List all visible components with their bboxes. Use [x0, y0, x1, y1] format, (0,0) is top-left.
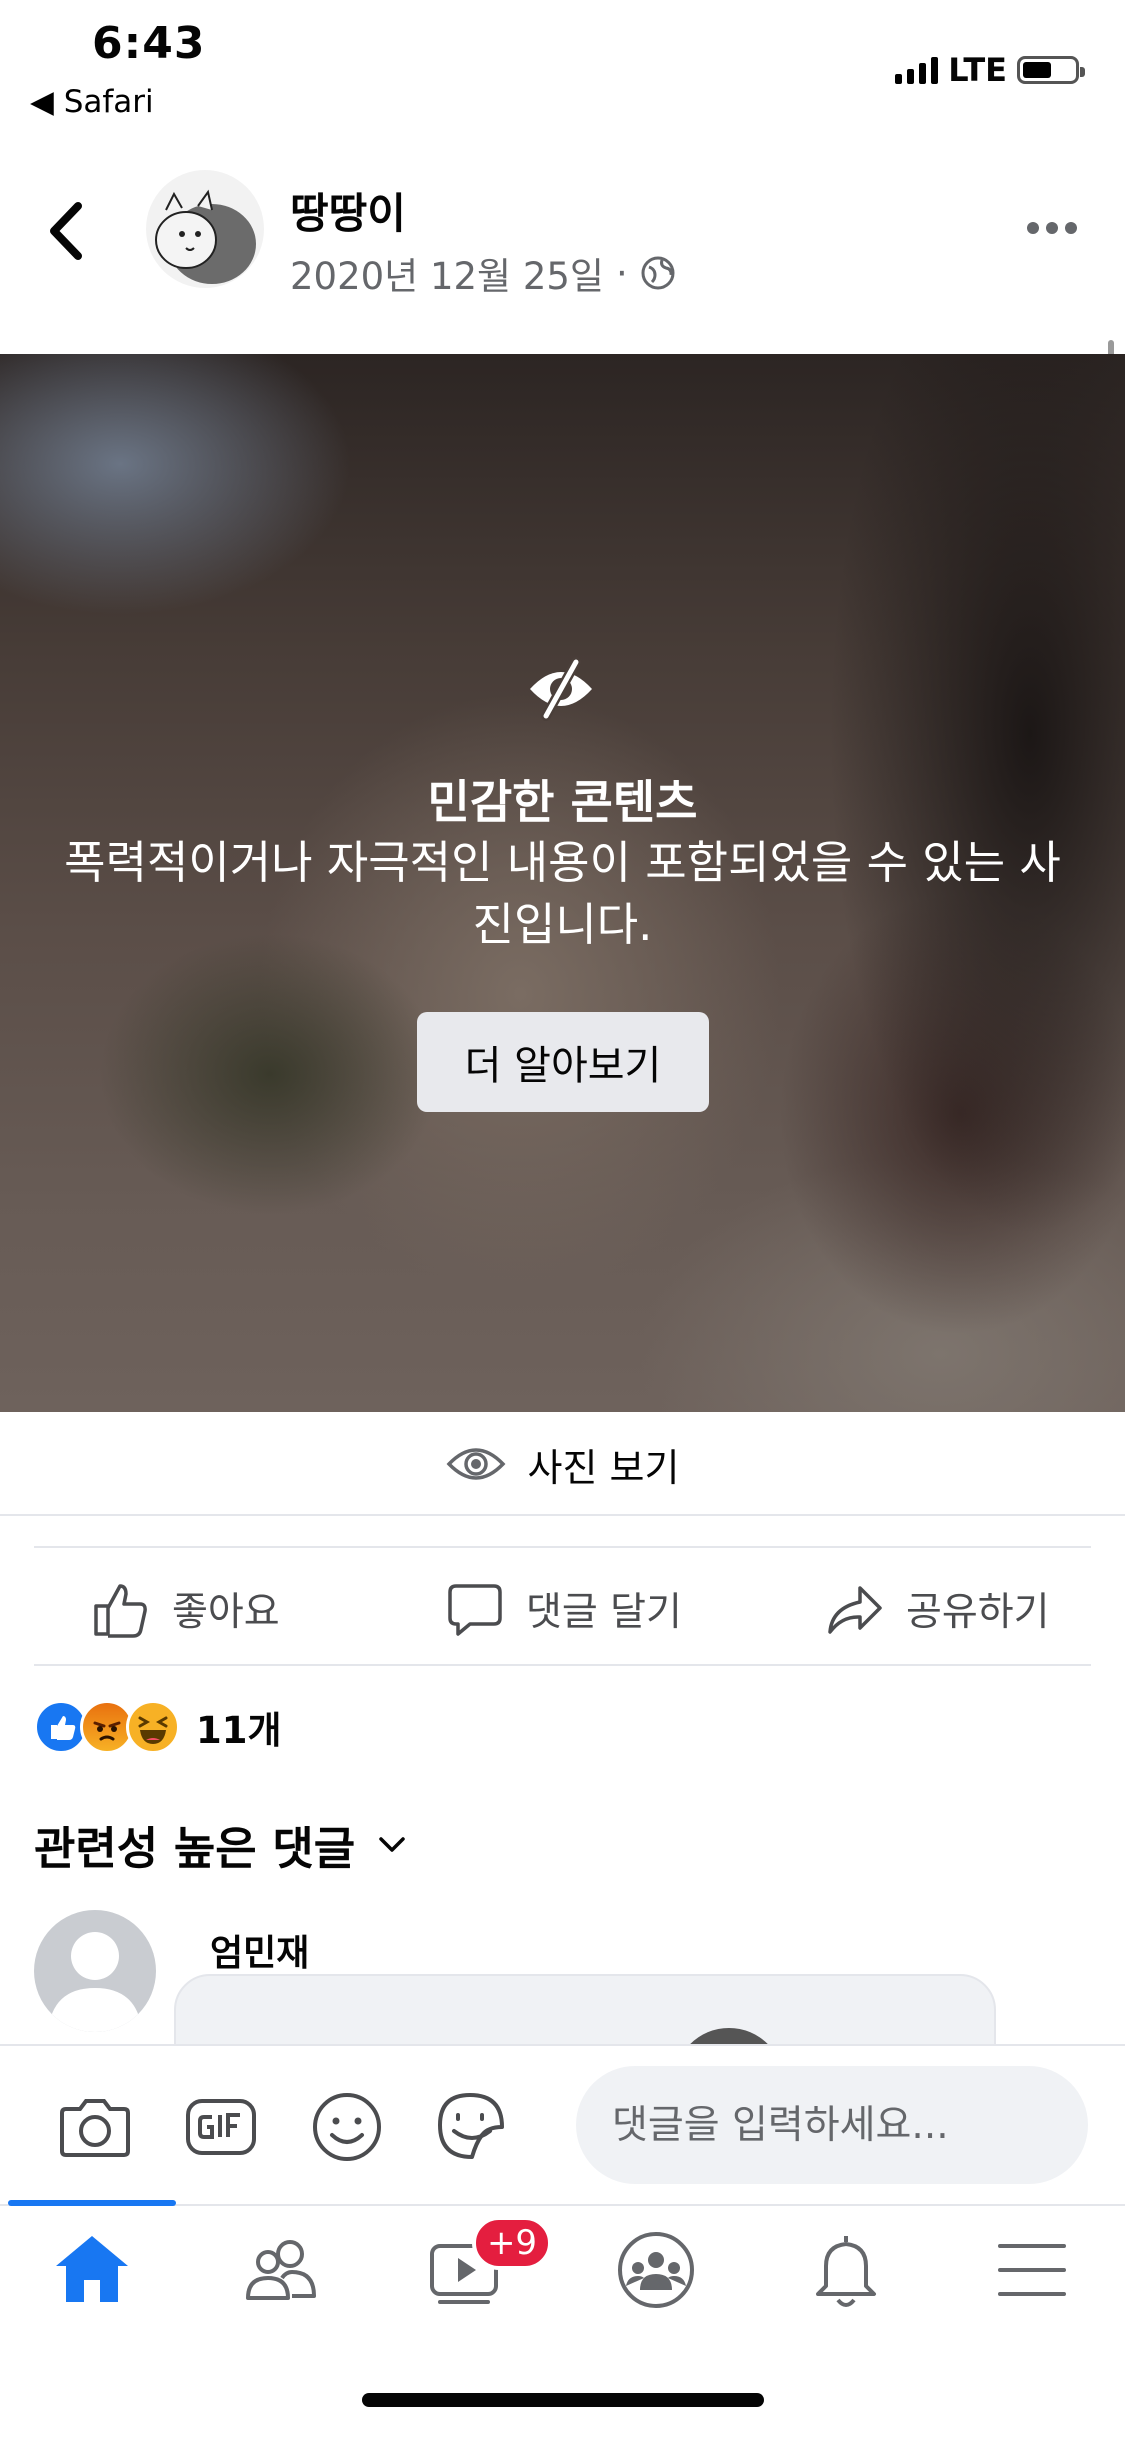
like-label: 좋아요: [172, 1590, 280, 1635]
gif-icon[interactable]: [182, 2087, 260, 2165]
like-button[interactable]: 좋아요: [92, 1574, 280, 1644]
share-label: 공유하기: [906, 1590, 1050, 1635]
haha-reaction-icon: [126, 1700, 180, 1754]
author-avatar[interactable]: [146, 170, 264, 288]
commenter-avatar[interactable]: [34, 1910, 156, 2032]
reaction-count: 11개: [196, 1709, 282, 1752]
camera-icon[interactable]: [56, 2087, 134, 2165]
menu-icon[interactable]: [990, 2228, 1074, 2312]
learn-more-button[interactable]: 더 알아보기: [417, 1012, 709, 1112]
back-to-safari[interactable]: ◀ Safari: [30, 84, 154, 120]
sticker-icon[interactable]: [432, 2087, 510, 2165]
default-profile-icon: [48, 1932, 142, 2032]
share-button[interactable]: 공유하기: [826, 1574, 1050, 1644]
watch-badge: +9: [472, 2216, 552, 2270]
commenter-name[interactable]: 엄민재: [210, 1924, 309, 1976]
emoji-icon[interactable]: [308, 2087, 386, 2165]
post-author[interactable]: 땅땅이: [290, 180, 406, 241]
sensitive-description: 폭력적이거나 자극적인 내용이 포함되었을 수 있는 사진입니다.: [64, 836, 1061, 951]
comment-button[interactable]: 댓글 달기: [446, 1574, 682, 1644]
battery-icon: [1017, 56, 1085, 84]
reaction-summary[interactable]: 11개: [34, 1700, 282, 1754]
comment-label: 댓글 달기: [526, 1590, 682, 1635]
active-tab-indicator: [8, 2200, 176, 2206]
status-time: 6:43: [92, 18, 206, 69]
share-arrow-icon: [828, 1586, 882, 1634]
sort-label: 관련성 높은 댓글: [34, 1822, 356, 1875]
home-indicator: [362, 2393, 764, 2407]
divider: [34, 1664, 1091, 1666]
home-icon[interactable]: [50, 2228, 134, 2312]
blurred-photo[interactable]: 민감한 콘텐츠 폭력적이거나 자극적인 내용이 포함되었을 수 있는 사진입니다…: [0, 354, 1125, 1412]
eye-icon: [446, 1448, 505, 1480]
cat-illustration: [155, 189, 256, 284]
globe-icon[interactable]: [640, 255, 676, 291]
eye-slash-icon: [530, 657, 592, 721]
comment-input[interactable]: [576, 2066, 1088, 2184]
divider: [34, 1546, 1091, 1548]
chevron-down-icon: [379, 1836, 405, 1852]
view-photo-button[interactable]: 사진 보기: [0, 1414, 1125, 1514]
back-chevron-icon[interactable]: [42, 196, 98, 266]
groups-icon[interactable]: [614, 2228, 698, 2312]
signal-icon: [895, 56, 939, 84]
status-indicators: LTE: [895, 48, 1085, 92]
divider: [0, 1514, 1125, 1516]
comment-sort-dropdown[interactable]: 관련성 높은 댓글: [34, 1812, 407, 1877]
meta-separator: ·: [615, 251, 628, 295]
post-meta: 2020년 12월 25일 ·: [290, 246, 676, 300]
network-label: LTE: [948, 51, 1007, 89]
sensitive-title: 민감한 콘텐츠: [427, 775, 698, 829]
thumbs-up-icon: [94, 1584, 147, 1638]
post-date: 2020년 12월 25일: [290, 255, 604, 298]
view-photo-label: 사진 보기: [527, 1445, 680, 1490]
more-options-icon[interactable]: [1025, 210, 1079, 246]
friends-icon[interactable]: [238, 2228, 322, 2312]
comment-bubble-icon: [448, 1584, 502, 1636]
notifications-bell-icon[interactable]: [804, 2228, 888, 2312]
